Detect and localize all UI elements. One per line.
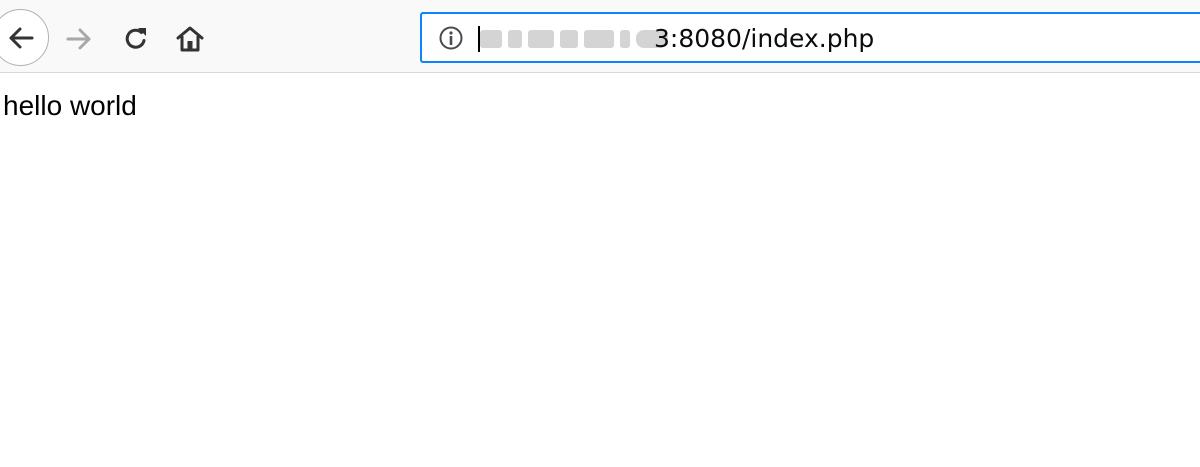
url-text[interactable]: 3:8080/index.php: [654, 23, 874, 55]
forward-button[interactable]: [60, 20, 98, 58]
arrow-left-icon: [9, 27, 33, 48]
reload-icon: [125, 28, 146, 49]
home-icon: [176, 26, 204, 52]
back-button[interactable]: [0, 9, 49, 66]
page-body-text: hello world: [3, 90, 137, 121]
navigation-toolbar: 3:8080/index.php: [0, 0, 1200, 73]
home-button[interactable]: [170, 20, 210, 58]
address-bar[interactable]: 3:8080/index.php: [420, 12, 1200, 63]
url-obscured-region: [480, 28, 668, 50]
info-icon[interactable]: [438, 25, 464, 51]
reload-button[interactable]: [116, 20, 156, 58]
arrow-right-icon: [66, 28, 91, 50]
page-content: hello world: [0, 74, 1200, 467]
